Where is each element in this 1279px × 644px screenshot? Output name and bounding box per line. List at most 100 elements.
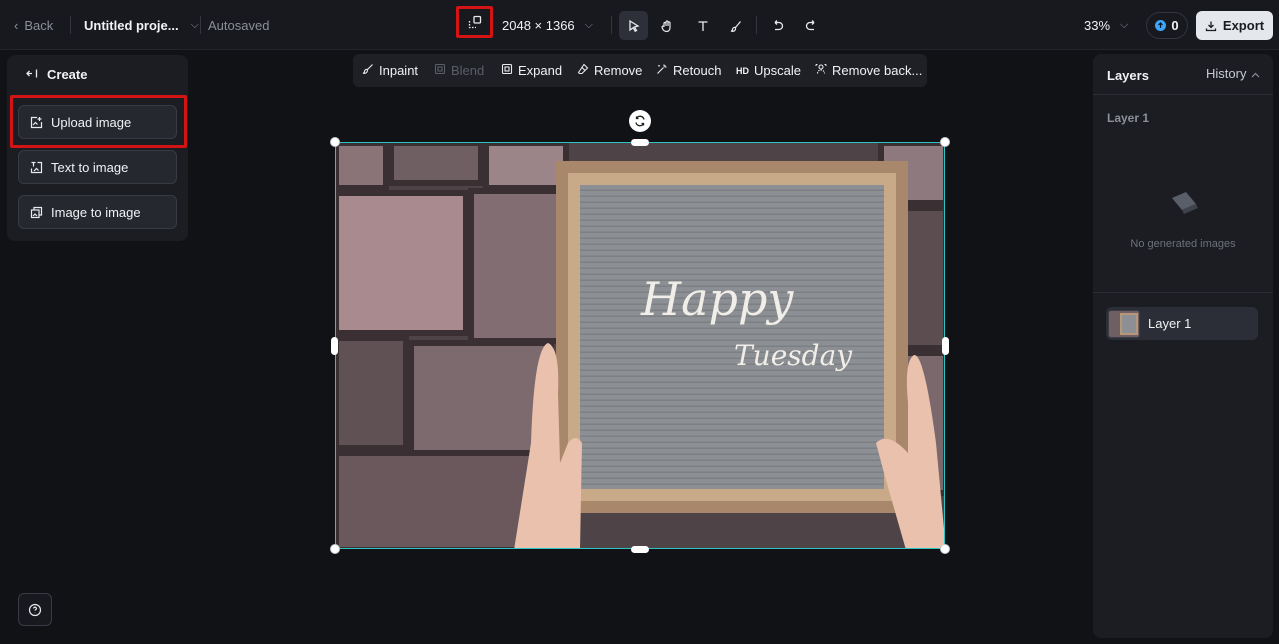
export-label: Export bbox=[1222, 18, 1265, 33]
upload-image-icon bbox=[30, 116, 43, 128]
layer-thumbnail bbox=[1108, 309, 1140, 338]
layer-item[interactable]: Layer 1 bbox=[1106, 307, 1258, 340]
upscale-button[interactable]: HD Upscale bbox=[736, 54, 801, 87]
sign-text-tuesday: Tuesday bbox=[734, 339, 853, 372]
chevron-down-icon: ⌵ bbox=[1120, 18, 1129, 31]
credits-badge[interactable]: 0 bbox=[1146, 12, 1188, 39]
retouch-button[interactable]: Retouch bbox=[656, 54, 721, 87]
pan-tool-button[interactable] bbox=[652, 11, 681, 40]
layers-panel: Layers History Layer 1 No generated imag… bbox=[1093, 54, 1273, 638]
hd-icon: HD bbox=[736, 65, 749, 76]
empty-state-text: No generated images bbox=[1130, 238, 1236, 250]
retouch-label: Retouch bbox=[673, 63, 722, 78]
canvas-size-dropdown[interactable]: 2048 × 1366 ⌵ bbox=[502, 0, 593, 50]
collapse-left-icon bbox=[26, 67, 39, 82]
divider bbox=[1093, 292, 1273, 293]
eraser-icon bbox=[577, 63, 589, 78]
upload-image-label: Upload image bbox=[51, 114, 132, 130]
back-label: Back bbox=[24, 17, 54, 33]
text-tool-button[interactable] bbox=[688, 11, 717, 40]
credit-coin-icon bbox=[1155, 20, 1167, 31]
redo-icon bbox=[805, 19, 814, 30]
sign-text-happy: Happy bbox=[640, 272, 794, 326]
select-arrow-icon bbox=[628, 19, 640, 32]
remove-button[interactable]: Remove bbox=[577, 54, 642, 87]
resize-handle-left[interactable] bbox=[331, 337, 338, 355]
remove-background-icon bbox=[815, 63, 827, 78]
text-to-image-button[interactable]: Text to image bbox=[18, 150, 177, 184]
empty-images-icon bbox=[1166, 188, 1202, 221]
image-to-image-label: Image to image bbox=[51, 204, 141, 220]
brush-tool-button[interactable] bbox=[721, 11, 750, 40]
blend-label: Blend bbox=[451, 63, 485, 78]
remove-background-button[interactable]: Remove back... bbox=[815, 54, 922, 87]
tab-layers[interactable]: Layers bbox=[1107, 68, 1149, 83]
brush-icon bbox=[730, 20, 741, 32]
magic-wand-icon bbox=[656, 63, 668, 78]
remove-label: Remove bbox=[594, 63, 643, 78]
tab-history[interactable]: History bbox=[1206, 66, 1260, 81]
resize-handle-bottom[interactable] bbox=[631, 546, 649, 553]
chevron-up-icon bbox=[1251, 66, 1260, 81]
chevron-down-icon: ⌵ bbox=[190, 18, 199, 31]
help-icon bbox=[28, 603, 42, 616]
divider bbox=[756, 16, 757, 34]
expand-button[interactable]: Expand bbox=[501, 54, 562, 87]
export-button[interactable]: Export bbox=[1196, 11, 1273, 40]
expand-label: Expand bbox=[518, 63, 563, 78]
panel-tabs: Layers History bbox=[1093, 54, 1273, 95]
canvas-image[interactable]: Happy Tuesday bbox=[335, 142, 945, 549]
expand-icon bbox=[501, 63, 513, 78]
text-icon bbox=[698, 20, 707, 31]
resize-handle-bottom-left[interactable] bbox=[330, 544, 340, 554]
letter-board-photo: Happy Tuesday bbox=[336, 143, 944, 548]
zoom-dropdown[interactable]: 33% ⌵ bbox=[1084, 0, 1128, 50]
remove-background-label: Remove back... bbox=[832, 63, 923, 78]
history-label: History bbox=[1206, 66, 1247, 81]
chevron-down-icon: ⌵ bbox=[584, 18, 593, 31]
hand-icon bbox=[660, 19, 671, 32]
upscale-label: Upscale bbox=[754, 63, 801, 78]
image-to-image-icon bbox=[30, 206, 43, 218]
redo-button[interactable] bbox=[796, 11, 825, 40]
select-tool-button[interactable] bbox=[619, 11, 648, 40]
divider bbox=[200, 16, 201, 34]
upload-image-button[interactable]: Upload image bbox=[18, 105, 177, 139]
autosave-status: Autosaved bbox=[208, 17, 270, 33]
inpaint-button[interactable]: Inpaint bbox=[362, 54, 418, 87]
create-header[interactable]: Create bbox=[26, 67, 87, 82]
resize-canvas-button[interactable] bbox=[456, 6, 493, 38]
undo-button[interactable] bbox=[763, 11, 792, 40]
download-icon bbox=[1205, 21, 1217, 31]
project-name: Untitled proje... bbox=[84, 17, 179, 33]
edit-toolbar: Inpaint Blend Expand Remove Retouch HD U… bbox=[353, 54, 927, 87]
text-to-image-label: Text to image bbox=[51, 159, 129, 175]
resize-handle-bottom-right[interactable] bbox=[940, 544, 950, 554]
create-panel: Create Upload image Text to image Image … bbox=[7, 55, 188, 241]
layer-name: Layer 1 bbox=[1148, 316, 1192, 331]
back-button[interactable]: ‹ Back bbox=[14, 0, 53, 50]
undo-icon bbox=[774, 19, 783, 30]
help-button[interactable] bbox=[18, 593, 52, 626]
project-name-dropdown[interactable]: Untitled proje... ⌵ bbox=[84, 0, 199, 50]
inpaint-label: Inpaint bbox=[379, 63, 419, 78]
canvas-size: 2048 × 1366 bbox=[502, 17, 575, 33]
zoom-level: 33% bbox=[1084, 17, 1111, 33]
resize-icon bbox=[468, 15, 481, 29]
top-bar: ‹ Back Untitled proje... ⌵ Autosaved 204… bbox=[0, 0, 1279, 50]
resize-handle-top-right[interactable] bbox=[940, 137, 950, 147]
chevron-left-icon: ‹ bbox=[14, 17, 19, 33]
credits-count: 0 bbox=[1171, 18, 1179, 33]
text-to-image-icon bbox=[30, 161, 43, 173]
blend-icon bbox=[434, 63, 446, 78]
resize-handle-top[interactable] bbox=[631, 139, 649, 146]
resize-handle-right[interactable] bbox=[942, 337, 949, 355]
divider bbox=[611, 16, 612, 34]
blend-button[interactable]: Blend bbox=[434, 54, 484, 87]
layer-group-title: Layer 1 bbox=[1107, 111, 1150, 125]
divider bbox=[70, 16, 71, 34]
resize-handle-top-left[interactable] bbox=[330, 137, 340, 147]
create-title: Create bbox=[47, 67, 88, 82]
image-to-image-button[interactable]: Image to image bbox=[18, 195, 177, 229]
rotate-handle[interactable] bbox=[629, 110, 651, 132]
